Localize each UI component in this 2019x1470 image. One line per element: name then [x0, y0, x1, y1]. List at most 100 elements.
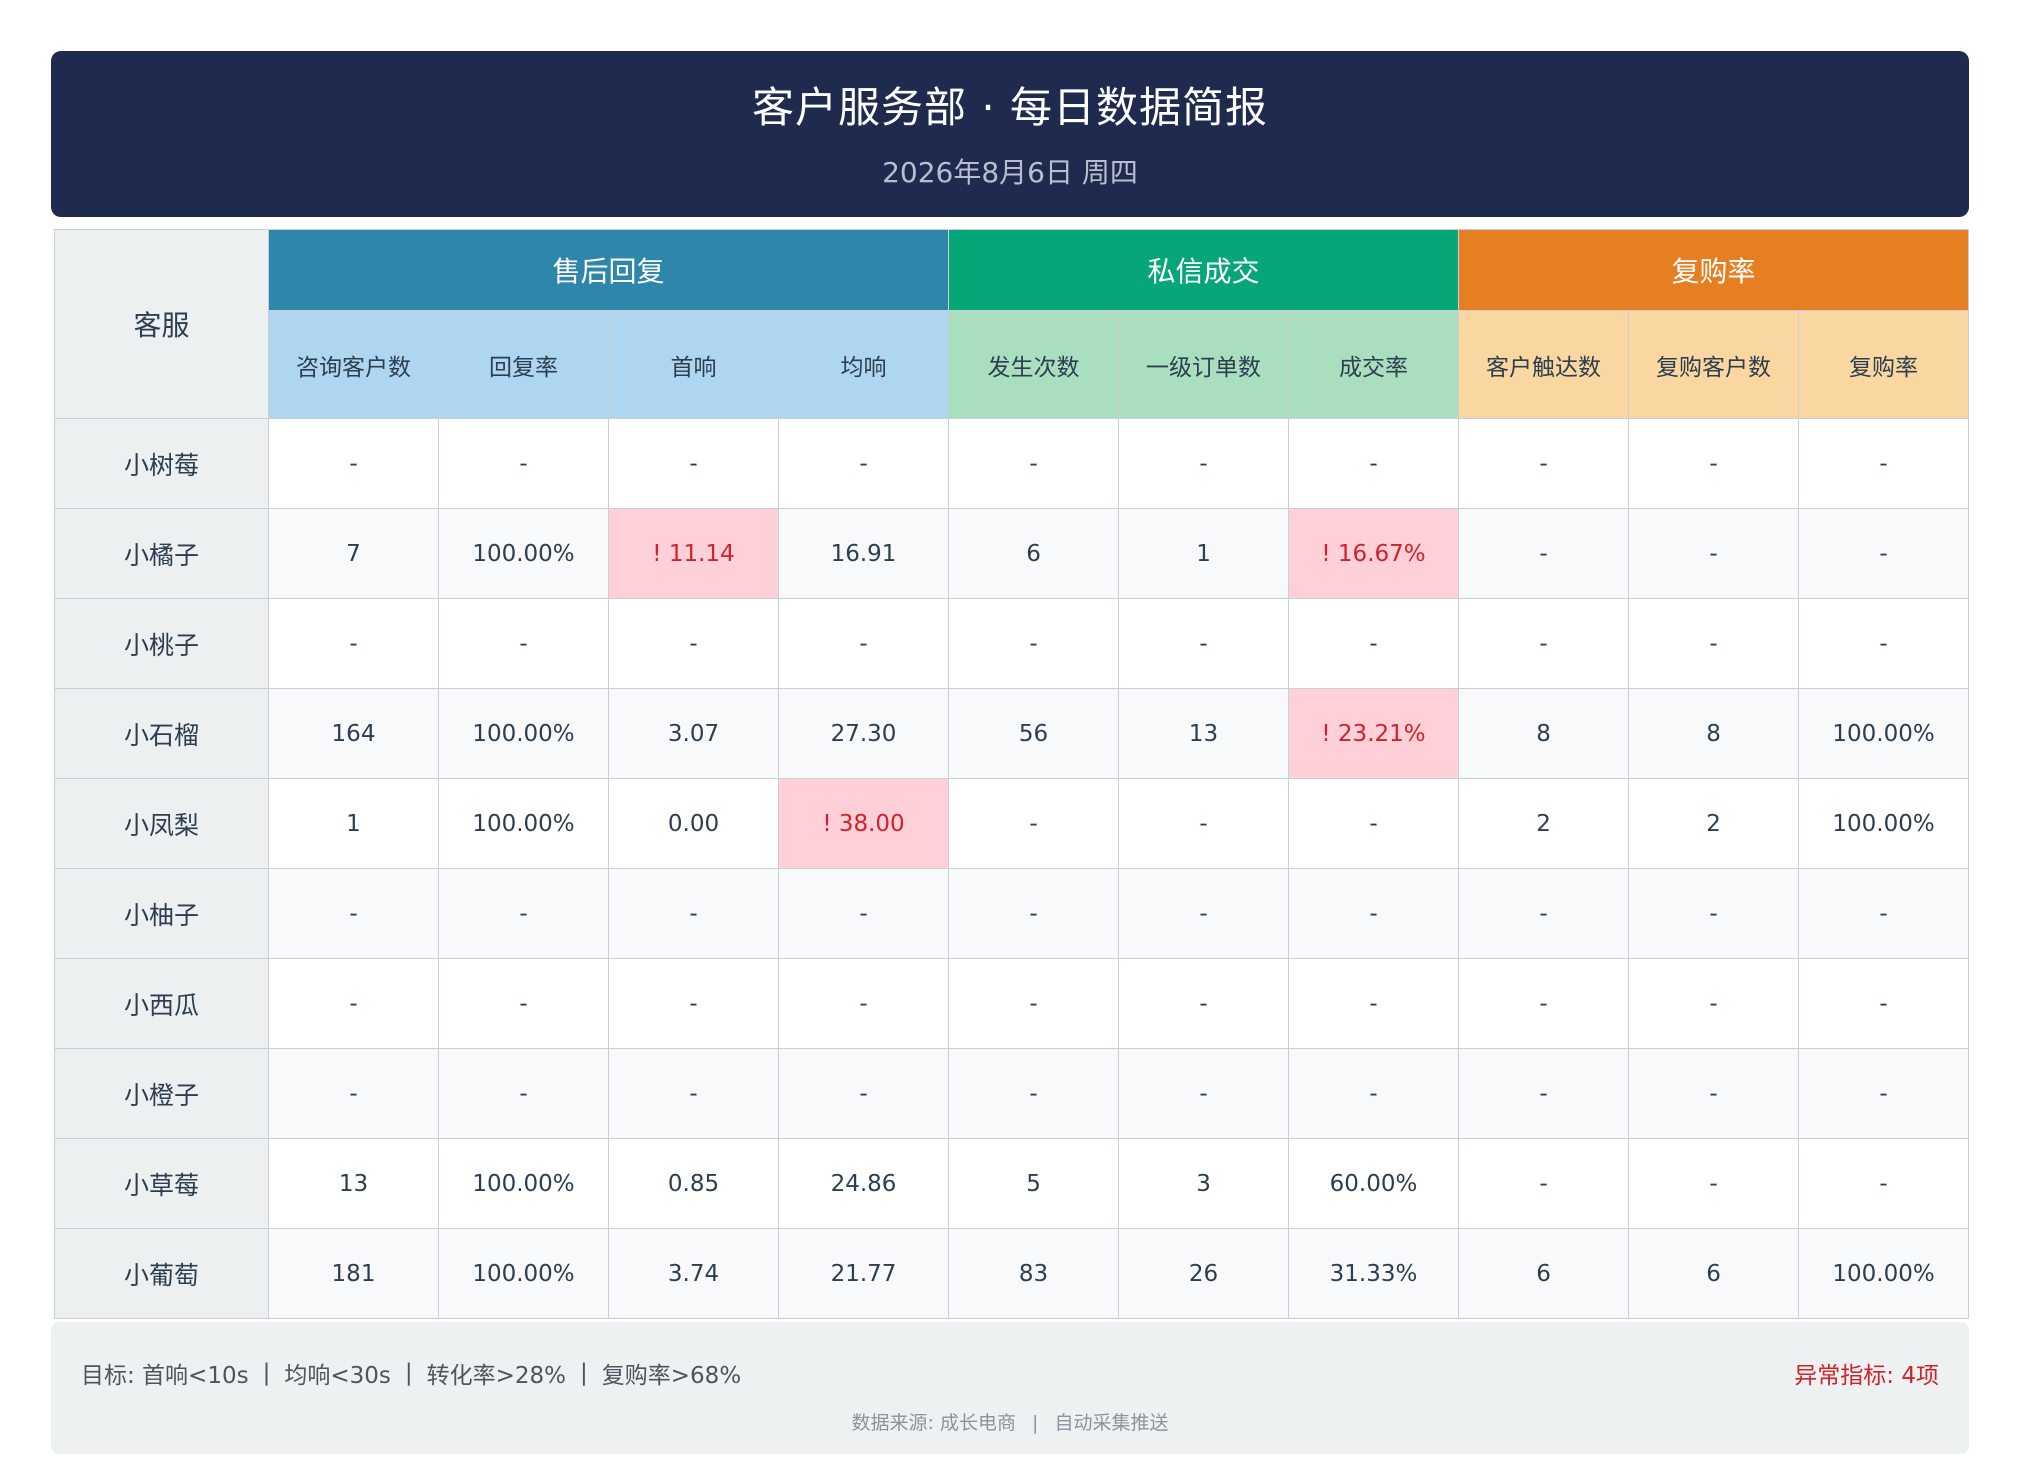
- report-date: 2026年8月6日 周四: [882, 155, 1138, 189]
- metric-cell: -: [1458, 1048, 1630, 1139]
- metric-cell: 181: [268, 1228, 439, 1319]
- target-repurchase: 复购率>68%: [601, 1363, 742, 1389]
- metric-cell: 0.00: [608, 778, 779, 869]
- metric-cell: 31.33%: [1288, 1228, 1460, 1319]
- metric-cell: -: [1458, 1138, 1630, 1229]
- metric-cell: -: [777, 418, 950, 509]
- metric-cell: -: [1288, 598, 1460, 689]
- report-page: 客户服务部 · 每日数据简报 2026年8月6日 周四 客服 售后回复 私信成交…: [0, 0, 2019, 1470]
- group-header-after-sales: 售后回复: [267, 229, 950, 311]
- table-row: 小葡萄 181 100.00% 3.74 21.77 83 26 31.33% 6 6 100.00…: [54, 1228, 1970, 1319]
- group-header-dm-deals: 私信成交: [948, 229, 1460, 311]
- metric-cell: -: [777, 958, 950, 1049]
- agent-name: 小凤梨: [54, 778, 269, 869]
- column-header: 首响: [608, 310, 779, 419]
- agent-column-header: 客服: [54, 229, 269, 419]
- alert-metric-cell: ! 16.67%: [1288, 508, 1460, 599]
- group-header-repurchase: 复购率: [1458, 229, 1970, 311]
- table-row: 小桃子 - - - - - - - - - -: [54, 598, 1970, 689]
- metric-cell: 16.91: [777, 508, 950, 599]
- table-row: 小西瓜 - - - - - - - - - -: [54, 958, 1970, 1049]
- metric-cell: -: [1628, 418, 1800, 509]
- agent-name: 小树莓: [54, 418, 269, 509]
- metric-cell: -: [777, 1048, 950, 1139]
- metric-cell: -: [1798, 868, 1970, 959]
- metric-cell: -: [1458, 418, 1630, 509]
- metric-cell: 1: [268, 778, 439, 869]
- metric-cell: 2: [1458, 778, 1630, 869]
- divider: |: [1032, 1412, 1039, 1434]
- column-header: 均响: [777, 310, 950, 419]
- table-row: 小石榴 164 100.00% 3.07 27.30 56 13! 23.21% 8 8 100.…: [54, 688, 1970, 779]
- metric-cell: -: [268, 958, 439, 1049]
- metric-cell: 3.74: [608, 1228, 779, 1319]
- metric-cell: -: [1118, 418, 1290, 509]
- metric-cell: -: [1288, 418, 1460, 509]
- metric-cell: 13: [1118, 688, 1290, 779]
- target-first-response: 目标: 首响<10s: [81, 1363, 249, 1389]
- metric-cell: 100.00%: [438, 1228, 609, 1319]
- metric-header-row: 咨询客户数 回复率 首响 均响 发生次数 一级订单数 成交率 客户触达数 复购客…: [55, 310, 1970, 419]
- metric-cell: -: [1798, 958, 1970, 1049]
- metric-cell: 6: [948, 508, 1120, 599]
- column-header: 回复率: [438, 310, 609, 419]
- metric-cell: -: [1628, 958, 1800, 1049]
- metric-cell: 27.30: [777, 688, 950, 779]
- column-header: 复购客户数: [1628, 310, 1800, 419]
- metric-cell: 0.85: [608, 1138, 779, 1229]
- metric-cell: -: [438, 598, 609, 689]
- metric-cell: -: [1118, 958, 1290, 1049]
- metric-cell: 5: [948, 1138, 1120, 1229]
- metric-cell: 8: [1458, 688, 1630, 779]
- metrics-table: 客服 售后回复 私信成交 复购率 咨询客户数 回复率 首响 均响 发生次数 一级…: [54, 229, 1970, 1319]
- metric-cell: 13: [268, 1138, 439, 1229]
- metric-cell: 56: [948, 688, 1120, 779]
- column-header: 咨询客户数: [268, 310, 439, 419]
- metric-cell: 100.00%: [1798, 778, 1970, 869]
- agent-name: 小橘子: [54, 508, 269, 599]
- alert-metric-cell: ! 38.00: [777, 778, 950, 869]
- metric-cell: -: [777, 868, 950, 959]
- metric-cell: 100.00%: [438, 508, 609, 599]
- metric-cell: -: [1288, 778, 1460, 869]
- metric-cell: -: [777, 598, 950, 689]
- metric-cell: -: [268, 868, 439, 959]
- footer-panel: 目标: 首响<10s | 均响<30s | 转化率>28% | 复购率>68% …: [51, 1322, 1969, 1454]
- target-avg-response: 均响<30s: [284, 1363, 391, 1389]
- table-row: 小橘子 7 100.00%! 11.14 16.91 6 1! 16.67% - - -: [54, 508, 1970, 599]
- metric-cell: 6: [1628, 1228, 1800, 1319]
- metric-cell: -: [608, 1048, 779, 1139]
- metric-cell: 164: [268, 688, 439, 779]
- metric-cell: 100.00%: [1798, 1228, 1970, 1319]
- metric-cell: -: [438, 1048, 609, 1139]
- column-header: 客户触达数: [1458, 310, 1630, 419]
- divider: |: [262, 1360, 271, 1386]
- metric-cell: 26: [1118, 1228, 1290, 1319]
- column-header: 成交率: [1288, 310, 1460, 419]
- metric-cell: -: [1628, 1138, 1800, 1229]
- metric-cell: 21.77: [777, 1228, 950, 1319]
- metric-cell: -: [1118, 598, 1290, 689]
- table-row: 小树莓 - - - - - - - - - -: [54, 418, 1970, 509]
- metric-cell: -: [1628, 1048, 1800, 1139]
- metric-cell: -: [948, 778, 1120, 869]
- metric-cell: 3: [1118, 1138, 1290, 1229]
- table-row: 小橙子 - - - - - - - - - -: [54, 1048, 1970, 1139]
- metric-cell: -: [948, 868, 1120, 959]
- metric-cell: 100.00%: [438, 778, 609, 869]
- column-header: 发生次数: [948, 310, 1120, 419]
- divider: |: [404, 1360, 413, 1386]
- agent-name: 小石榴: [54, 688, 269, 779]
- metric-cell: 100.00%: [438, 1138, 609, 1229]
- metric-cell: 1: [1118, 508, 1290, 599]
- metric-cell: -: [438, 868, 609, 959]
- metric-cell: -: [948, 1048, 1120, 1139]
- table-row: 小柚子 - - - - - - - - - -: [54, 868, 1970, 959]
- group-header-row: 客服 售后回复 私信成交 复购率: [54, 229, 1970, 419]
- metric-cell: 100.00%: [1798, 688, 1970, 779]
- metric-cell: -: [948, 958, 1120, 1049]
- metric-cell: -: [1118, 868, 1290, 959]
- metric-cell: -: [1628, 598, 1800, 689]
- metric-cell: 100.00%: [438, 688, 609, 779]
- metric-cell: -: [268, 598, 439, 689]
